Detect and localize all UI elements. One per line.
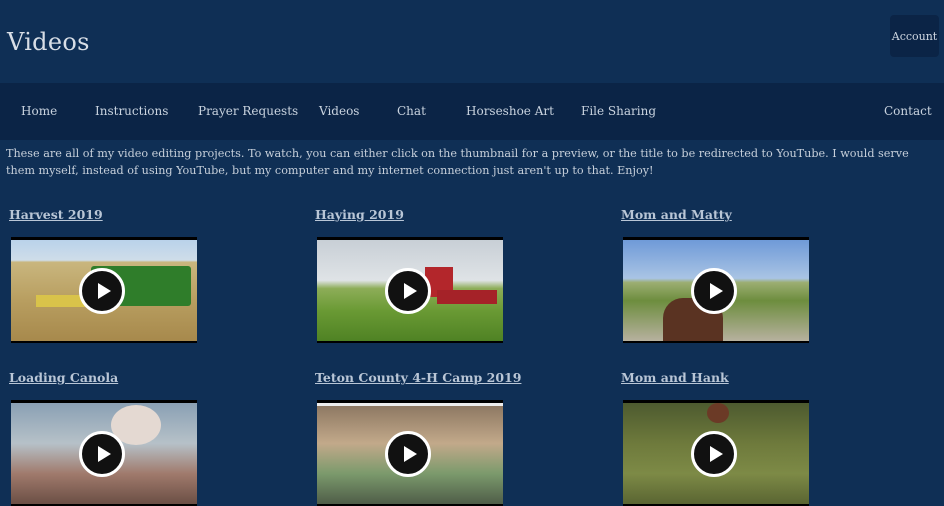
nav-item-horseshoe-art[interactable]: Horseshoe Art [466, 104, 554, 118]
play-icon [79, 268, 125, 314]
video-title-teton-county-4h-camp-2019[interactable]: Teton County 4-H Camp 2019 [315, 370, 521, 385]
nav-item-file-sharing[interactable]: File Sharing [581, 104, 656, 118]
video-thumbnail-mom-and-matty[interactable] [623, 237, 809, 343]
nav-item-contact[interactable]: Contact [884, 104, 932, 118]
video-thumbnail-harvest-2019[interactable] [11, 237, 197, 343]
nav-item-home[interactable]: Home [21, 104, 57, 118]
video-thumbnail-teton-county-4h-camp-2019[interactable] [317, 400, 503, 506]
nav-item-instructions[interactable]: Instructions [95, 104, 168, 118]
intro-text: These are all of my video editing projec… [6, 147, 909, 177]
nav-item-chat[interactable]: Chat [397, 104, 426, 118]
video-title-mom-and-hank[interactable]: Mom and Hank [621, 370, 729, 385]
video-title-harvest-2019[interactable]: Harvest 2019 [9, 207, 103, 222]
play-icon [385, 431, 431, 477]
nav-bar: Home Instructions Prayer Requests Videos… [0, 83, 944, 140]
site-header: Videos Account [0, 0, 944, 83]
video-thumbnail-haying-2019[interactable] [317, 237, 503, 343]
play-icon [79, 431, 125, 477]
nav-item-prayer-requests[interactable]: Prayer Requests [198, 104, 298, 118]
video-title-loading-canola[interactable]: Loading Canola [9, 370, 118, 385]
play-icon [691, 431, 737, 477]
site-title: Videos [7, 28, 90, 56]
video-title-mom-and-matty[interactable]: Mom and Matty [621, 207, 732, 222]
play-icon [691, 268, 737, 314]
video-title-haying-2019[interactable]: Haying 2019 [315, 207, 404, 222]
account-button[interactable]: Account [890, 15, 939, 57]
horse-ear-shape [707, 403, 729, 423]
play-icon [385, 268, 431, 314]
collage-border-shape [317, 403, 503, 406]
video-thumbnail-mom-and-hank[interactable] [623, 400, 809, 506]
video-thumbnail-loading-canola[interactable] [11, 400, 197, 506]
nav-item-videos[interactable]: Videos [319, 104, 359, 118]
swather-header-shape [437, 290, 497, 304]
